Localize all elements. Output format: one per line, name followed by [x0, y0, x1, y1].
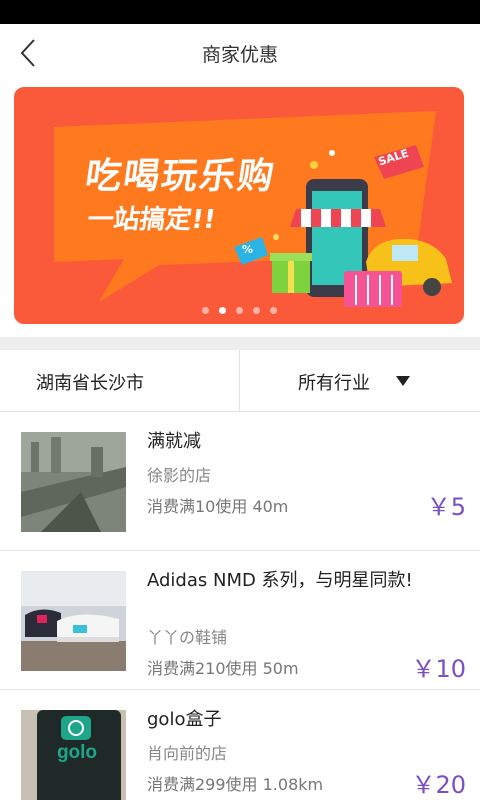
coupon-item[interactable]: golo golo盒子 肖向前的店 消费满299使用 1.08km ￥20: [0, 690, 480, 800]
industry-filter[interactable]: 所有行业: [240, 350, 480, 411]
svg-text:golo: golo: [57, 742, 97, 763]
coupon-title: 满就减: [147, 431, 201, 452]
carousel-dot[interactable]: [201, 307, 209, 314]
dropdown-triangle-icon: [396, 376, 410, 386]
coupon-thumbnail: [21, 571, 126, 671]
shop-name: 丫丫の鞋铺: [147, 628, 228, 647]
coupon-item[interactable]: 满就减 徐影的店 消费满10使用 40m ￥5: [0, 412, 480, 551]
promo-banner[interactable]: 吃喝玩乐购 一站搞定!! SALE %: [14, 87, 464, 324]
percent-tag: %: [242, 243, 254, 256]
status-bar: [0, 0, 480, 24]
coupon-list: 满就减 徐影的店 消费满10使用 40m ￥5 Adidas NMD 系列，与明…: [0, 412, 480, 800]
top-nav-bar: 商家优惠: [0, 24, 480, 82]
coupon-condition: 消费满210使用 50m: [147, 659, 299, 678]
shop-name: 肖向前的店: [147, 744, 228, 763]
coupon-title: golo盒子: [147, 709, 222, 730]
filter-bar: 湖南省长沙市 所有行业: [0, 350, 480, 412]
banner-subline: 一站搞定!!: [85, 205, 218, 235]
banner-headline: 吃喝玩乐购: [82, 156, 279, 197]
coupon-title: Adidas NMD 系列，与明星同款!: [147, 570, 413, 591]
location-filter[interactable]: 湖南省长沙市: [0, 350, 240, 411]
coupon-condition: 消费满10使用 40m: [147, 497, 289, 516]
shop-name: 徐影的店: [147, 466, 212, 485]
coupon-price: ￥5: [426, 493, 466, 521]
carousel-dot[interactable]: [269, 307, 277, 314]
banner-artwork: [54, 111, 452, 307]
section-divider: [0, 337, 480, 350]
coupon-condition: 消费满299使用 1.08km: [147, 775, 324, 794]
coupon-item[interactable]: Adidas NMD 系列，与明星同款! 丫丫の鞋铺 消费满210使用 50m …: [0, 551, 480, 690]
coupon-thumbnail: [21, 432, 126, 532]
coupon-price: ￥10: [411, 655, 466, 683]
carousel-dot[interactable]: [235, 307, 243, 314]
coupon-price: ￥20: [411, 771, 466, 799]
coupon-thumbnail: golo: [21, 710, 126, 800]
industry-label: 所有行业: [298, 373, 370, 394]
location-label: 湖南省长沙市: [36, 373, 144, 394]
carousel-dot-active[interactable]: [218, 307, 226, 314]
page-title: 商家优惠: [201, 44, 278, 66]
carousel-dot[interactable]: [252, 307, 260, 314]
carousel-indicator: [14, 307, 464, 314]
